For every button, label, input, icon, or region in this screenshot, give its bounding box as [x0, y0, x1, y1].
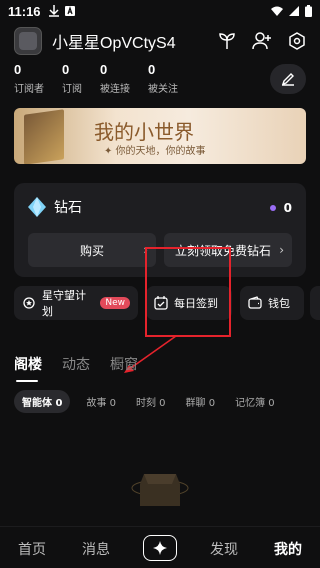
annotation-highlight-box: [145, 247, 231, 337]
new-badge: New: [100, 297, 130, 309]
filter-group-chats[interactable]: 群聊 0: [186, 394, 216, 409]
filter-agents[interactable]: 智能体 0: [14, 390, 71, 413]
notification-a-icon: [64, 6, 75, 16]
username: 小星星OpVCtyS4: [52, 35, 176, 52]
diamond-dot: [269, 205, 276, 211]
chevron-right-icon: ›: [279, 243, 284, 257]
tab-feed[interactable]: 动态: [62, 354, 90, 374]
content-filters: 智能体 0 故事 0 时刻 0 群聊 0 记忆簿 0: [14, 390, 295, 413]
add-user-icon[interactable]: [252, 32, 272, 50]
stat-followers[interactable]: 0 被关注: [148, 62, 178, 95]
wallet-chip[interactable]: 钱包: [240, 286, 304, 320]
content-tabs: 阁楼 动态 橱窗: [14, 354, 138, 382]
wallet-icon: [248, 296, 262, 309]
star-planet-icon: [23, 297, 35, 309]
my-world-banner[interactable]: 我的小世界 ✦ 你的天地，你的故事: [14, 108, 306, 164]
status-time: 11:16: [8, 3, 41, 19]
status-bar: 11:16: [0, 0, 320, 22]
tab-attic[interactable]: 阁楼: [14, 354, 42, 382]
stat-connected[interactable]: 0 被连接: [100, 62, 130, 95]
bottom-navigation: 首页 消息 发现 我的: [0, 526, 320, 568]
diamond-label: 钻石: [54, 199, 82, 215]
banner-title: 我的小世界: [94, 120, 194, 144]
pencil-icon: [281, 73, 294, 86]
avatar[interactable]: [14, 27, 42, 55]
filter-moments[interactable]: 时刻 0: [136, 394, 166, 409]
sparkle-icon: [153, 541, 167, 555]
wifi-icon: [271, 6, 283, 16]
nav-discover[interactable]: 发现: [210, 539, 238, 559]
nav-home[interactable]: 首页: [18, 539, 46, 559]
diamond-balance: 0: [269, 201, 292, 215]
settings-hex-icon[interactable]: [288, 32, 306, 50]
tab-showcase[interactable]: 橱窗: [110, 354, 138, 374]
banner-subtitle: ✦ 你的天地，你的故事: [104, 146, 206, 157]
diamond-icon: [28, 197, 46, 217]
filter-memory-book[interactable]: 记忆簿 0: [235, 394, 275, 409]
empty-box-illustration: [131, 474, 189, 506]
sprout-icon[interactable]: [218, 32, 236, 50]
book-illustration: [24, 109, 64, 164]
download-icon: [48, 5, 59, 17]
stat-subscriptions[interactable]: 0 订阅: [62, 62, 82, 95]
buy-diamond-button[interactable]: 购买 ›: [28, 233, 156, 267]
nav-mine[interactable]: 我的: [274, 539, 302, 559]
nav-messages[interactable]: 消息: [82, 539, 110, 559]
battery-icon: [305, 5, 312, 17]
stat-subscribers[interactable]: 0 订阅者: [14, 62, 44, 95]
profile-header: 小星星OpVCtyS4: [14, 27, 306, 55]
create-button[interactable]: [143, 535, 177, 561]
filter-stories[interactable]: 故事 0: [86, 394, 116, 409]
profile-stats: 0 订阅者 0 订阅 0 被连接 0 被关注: [14, 62, 196, 95]
edit-profile-button[interactable]: [270, 64, 306, 94]
more-chip[interactable]: [310, 286, 320, 320]
star-guard-plan-chip[interactable]: 星守望计划 New: [14, 286, 138, 320]
signal-icon: [289, 6, 299, 16]
